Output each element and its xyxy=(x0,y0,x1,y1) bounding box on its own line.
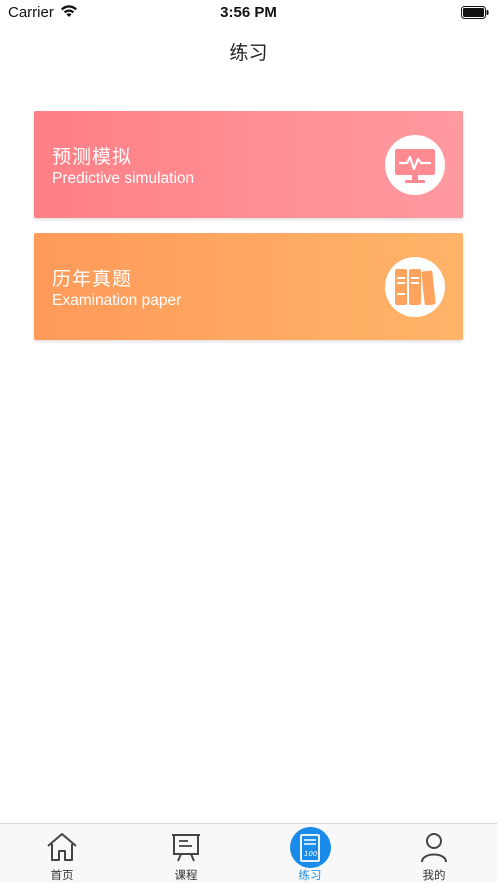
tab-label: 课程 xyxy=(174,868,198,882)
tab-home[interactable]: 首页 xyxy=(0,824,124,883)
home-icon xyxy=(47,833,77,861)
practice-paper-icon: 100 xyxy=(300,834,320,862)
page-title: 练习 xyxy=(229,43,268,64)
books-icon xyxy=(385,257,445,317)
tab-course[interactable]: 课程 xyxy=(124,824,248,883)
examination-paper-card[interactable]: 历年真题 Examination paper xyxy=(34,233,463,340)
card-subtitle: Predictive simulation xyxy=(52,170,195,187)
svg-text:100: 100 xyxy=(304,850,318,858)
tab-label: 首页 xyxy=(50,868,74,882)
course-board-icon xyxy=(172,834,200,862)
monitor-pulse-icon xyxy=(385,135,445,195)
tab-label: 练习 xyxy=(298,868,322,882)
app-screen: Carrier 3:56 PM 练习 预测模拟 Predictive simul… xyxy=(0,0,497,883)
tab-practice[interactable]: 100 练习 xyxy=(248,824,372,883)
status-time: 3:56 PM xyxy=(220,4,277,21)
status-bar: Carrier 3:56 PM xyxy=(0,0,497,26)
card-title: 历年真题 xyxy=(52,268,133,290)
card-subtitle: Examination paper xyxy=(52,292,182,309)
card-title: 预测模拟 xyxy=(52,146,133,168)
battery-icon xyxy=(461,6,489,19)
predictive-simulation-card[interactable]: 预测模拟 Predictive simulation xyxy=(34,111,463,218)
tab-label: 我的 xyxy=(422,868,446,882)
tab-mine[interactable]: 我的 xyxy=(372,824,496,883)
tab-bar: 首页 课程 100 练习 我的 xyxy=(0,823,497,883)
user-icon xyxy=(421,833,447,863)
